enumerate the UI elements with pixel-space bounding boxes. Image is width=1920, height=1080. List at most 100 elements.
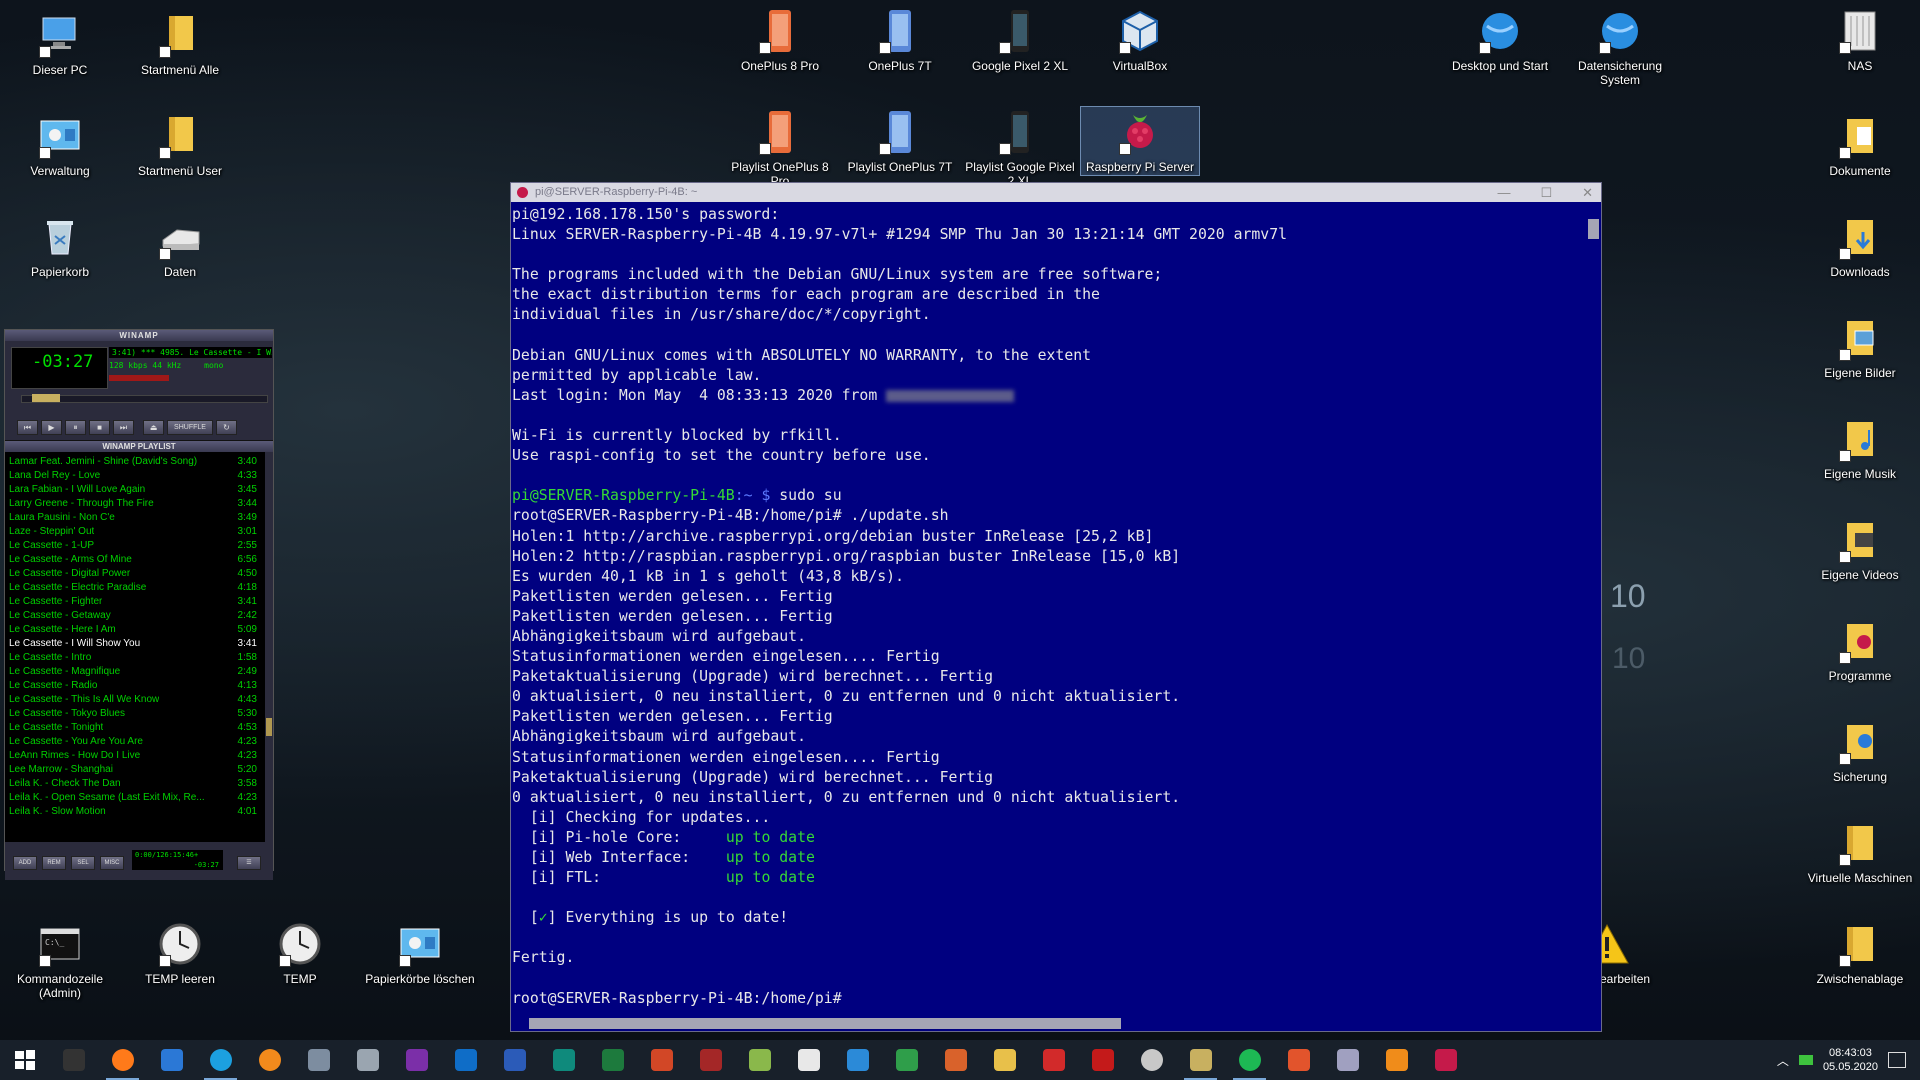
playlist-item[interactable]: Laura Pausini - Non C'e 3:49	[9, 511, 257, 525]
desktop-icon-virtuelle-maschinen[interactable]: Virtuelle Maschinen	[1804, 818, 1916, 885]
desktop-icon-playlist-oneplus-7t[interactable]: Playlist OnePlus 7T	[844, 107, 956, 174]
notification-icon[interactable]	[1888, 1052, 1906, 1068]
playlist-add-button[interactable]: ADD	[13, 856, 37, 870]
previous-icon[interactable]: ⏮	[17, 420, 38, 435]
winamp-window[interactable]: WINAMP -03:27 3:41) *** 4985. Le Cassett…	[4, 329, 274, 880]
desktop-icon-oneplus-7t[interactable]: OnePlus 7T	[844, 6, 956, 73]
desktop-icon-kommandozeile[interactable]: C:\_ Kommandozeile (Admin)	[4, 919, 116, 1000]
playlist-scrollbar[interactable]	[265, 452, 273, 842]
seek-knob[interactable]	[32, 394, 60, 402]
winamp-title-bar[interactable]: WINAMP	[5, 330, 273, 341]
clock[interactable]: 08:43:03 05.05.2020	[1823, 1046, 1878, 1074]
desktop-icon-eigene-musik[interactable]: Eigene Musik	[1804, 414, 1916, 481]
playlist-item[interactable]: Lee Marrow - Shanghai 5:20	[9, 763, 257, 777]
playlist-item[interactable]: Le Cassette - Digital Power 4:50	[9, 567, 257, 581]
vlc-icon[interactable]	[1372, 1040, 1421, 1080]
playlist-item[interactable]: Leila K. - Slow Motion 4:01	[9, 805, 257, 819]
terminal-vertical-scrollbar[interactable]	[1586, 203, 1601, 1015]
desktop-icon-zwischenablage[interactable]: Zwischenablage	[1804, 919, 1916, 986]
desktop-icon-daten[interactable]: Daten	[124, 212, 236, 279]
playlist-scroll-thumb[interactable]	[266, 718, 272, 736]
final-prompt[interactable]: root@SERVER-Raspberry-Pi-4B:/home/pi#	[512, 989, 1585, 1009]
desktop-icon-dokumente[interactable]: Dokumente	[1804, 111, 1916, 178]
desktop-icon-sicherung[interactable]: Sicherung	[1804, 717, 1916, 784]
writer-icon[interactable]	[833, 1040, 882, 1080]
close-icon[interactable]: ✕	[1582, 183, 1593, 202]
terminal-horizontal-scrollbar[interactable]	[511, 1015, 1586, 1031]
playlist-item[interactable]: Larry Greene - Through The Fire 3:44	[9, 497, 257, 511]
terminal-output[interactable]: pi@192.168.178.150's password: Linux SERV…	[511, 203, 1586, 1015]
playlist-item[interactable]: Laze - Steppin' Out 3:01	[9, 525, 257, 539]
playlist-select-button[interactable]: SEL	[71, 856, 95, 870]
media-icon[interactable]	[1078, 1040, 1127, 1080]
playlist-item[interactable]: Le Cassette - This Is All We Know 4:43	[9, 693, 257, 707]
firefox-icon[interactable]	[98, 1040, 147, 1080]
word-icon[interactable]	[490, 1040, 539, 1080]
desktop-icon-eigene-videos[interactable]: Eigene Videos	[1804, 515, 1916, 582]
scroll-thumb[interactable]	[1588, 219, 1599, 239]
playlist-item[interactable]: Leila K. - Open Sesame (Last Exit Mix, R…	[9, 791, 257, 805]
folder-icon[interactable]	[980, 1040, 1029, 1080]
playlist-item[interactable]: Le Cassette - You Are You Are 4:23	[9, 735, 257, 749]
desktop-icon-playlist-google-pixel-2-xl[interactable]: Playlist Google Pixel 2 XL	[964, 107, 1076, 188]
powerpoint-icon[interactable]	[637, 1040, 686, 1080]
playlist-item[interactable]: Le Cassette - 1-UP 2:55	[9, 539, 257, 553]
pause-icon[interactable]: ⏸	[65, 420, 86, 435]
terminal-title-bar[interactable]: pi@SERVER-Raspberry-Pi-4B: ~ — ☐ ✕	[511, 183, 1601, 202]
playlist-list-options-button[interactable]: ☰	[237, 856, 261, 870]
playlist-item[interactable]: Le Cassette - Intro 1:58	[9, 651, 257, 665]
minimize-icon[interactable]: —	[1497, 183, 1510, 202]
playlist-item[interactable]: Le Cassette - Radio 4:13	[9, 679, 257, 693]
desktop-icon-this-pc[interactable]: Dieser PC	[4, 10, 116, 77]
excel-icon[interactable]	[588, 1040, 637, 1080]
desktop-icon-playlist-oneplus-8-pro[interactable]: Playlist OnePlus 8 Pro	[724, 107, 836, 188]
desktop-icon-eigene-bilder[interactable]: Eigene Bilder	[1804, 313, 1916, 380]
playlist-item[interactable]: Le Cassette - Getaway 2:42	[9, 609, 257, 623]
network-icon[interactable]	[1798, 1055, 1813, 1065]
playlist-item[interactable]: Le Cassette - I Will Show You 3:41	[9, 637, 257, 651]
outlook-mail-icon[interactable]	[147, 1040, 196, 1080]
scroll-thumb[interactable]	[529, 1018, 1121, 1029]
desktop-icon-temp-leeren[interactable]: TEMP leeren	[124, 919, 236, 986]
desktop-icon-datensicherung-system[interactable]: Datensicherung System	[1564, 6, 1676, 87]
playlist-item[interactable]: Lamar Feat. Jemini - Shine (David's Song…	[9, 455, 257, 469]
desktop-icon-desktop-und-start[interactable]: Desktop und Start	[1444, 6, 1556, 73]
start-icon[interactable]	[0, 1040, 49, 1080]
impress-icon[interactable]	[931, 1040, 980, 1080]
calculator-icon[interactable]	[294, 1040, 343, 1080]
pdf-icon[interactable]	[1029, 1040, 1078, 1080]
playlist-remove-button[interactable]: REM	[42, 856, 66, 870]
notepadpp-icon[interactable]	[735, 1040, 784, 1080]
playlist-item[interactable]: Le Cassette - Here I Am 5:09	[9, 623, 257, 637]
playlist-item[interactable]: Leila K. - Check The Dan 3:58	[9, 777, 257, 791]
desktop-icon-virtualbox[interactable]: VirtualBox	[1084, 6, 1196, 73]
terminal-icon[interactable]	[49, 1040, 98, 1080]
desktop-icon-recycle-bin[interactable]: Papierkorb	[4, 212, 116, 279]
maximize-icon[interactable]: ☐	[1540, 183, 1552, 202]
playlist-item[interactable]: Le Cassette - Arms Of Mine 6:56	[9, 553, 257, 567]
edge-icon[interactable]	[196, 1040, 245, 1080]
shuffle-button[interactable]: SHUFFLE	[167, 420, 213, 435]
putty-terminal-window[interactable]: pi@SERVER-Raspberry-Pi-4B: ~ — ☐ ✕ pi@19…	[510, 182, 1602, 1032]
desktop-icon-startmenu-user[interactable]: Startmenü User	[124, 111, 236, 178]
putty-icon[interactable]	[1176, 1040, 1225, 1080]
desktop-icon-oneplus-8-pro[interactable]: OnePlus 8 Pro	[724, 6, 836, 73]
winamp-seek-bar[interactable]	[21, 394, 268, 403]
desktop-icon-verwaltung[interactable]: Verwaltung	[4, 111, 116, 178]
access-icon[interactable]	[686, 1040, 735, 1080]
next-icon[interactable]: ⏭	[113, 420, 134, 435]
desktop-icon-raspberry-pi-server[interactable]: Raspberry Pi Server	[1080, 106, 1200, 176]
playlist-item[interactable]: Lara Fabian - I Will Love Again 3:45	[9, 483, 257, 497]
repeat-icon[interactable]: ↻	[216, 420, 237, 435]
desktop-icon-startmenu-all[interactable]: Startmenü Alle	[124, 10, 236, 77]
playlist-item[interactable]: Le Cassette - Electric Paradise 4:18	[9, 581, 257, 595]
playlist-item[interactable]: Le Cassette - Fighter 3:41	[9, 595, 257, 609]
playlist-misc-button[interactable]: MISC	[100, 856, 124, 870]
stop-icon[interactable]: ■	[89, 420, 110, 435]
calc-icon[interactable]	[882, 1040, 931, 1080]
document-icon[interactable]	[784, 1040, 833, 1080]
desktop-icon-nas[interactable]: NAS	[1804, 6, 1916, 73]
desktop-icon-programme[interactable]: Programme	[1804, 616, 1916, 683]
winamp-playlist[interactable]: Lamar Feat. Jemini - Shine (David's Song…	[5, 452, 273, 842]
winamp-volume-slider[interactable]	[109, 375, 169, 381]
